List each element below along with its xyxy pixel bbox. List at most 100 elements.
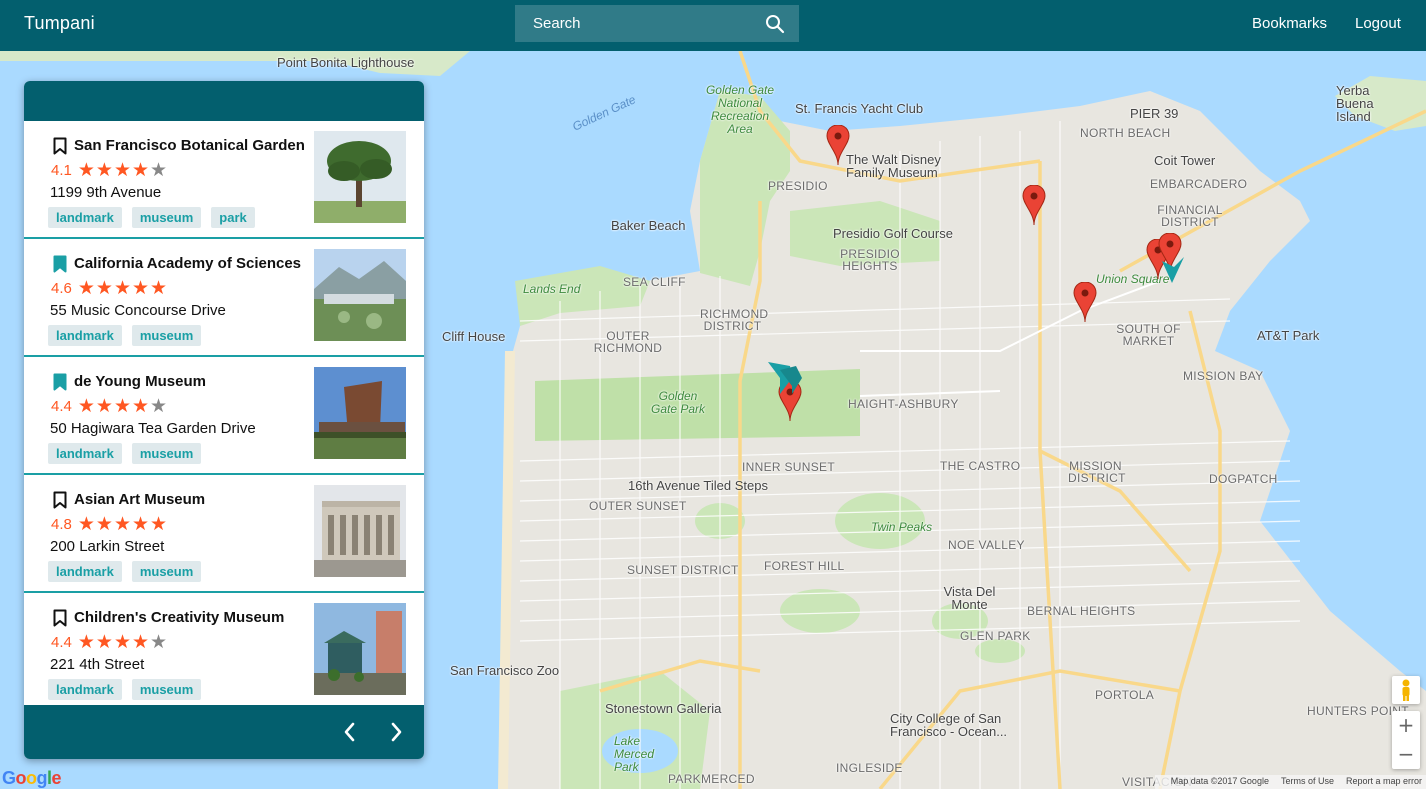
result-card[interactable]: Asian Art Museum 4.8 ★ ★ ★ ★ ★ 200 Larkin Stree… [24,475,424,593]
place-name[interactable]: Asian Art Museum [74,491,205,508]
top-nav-bar: Tumpani Bookmarks Logout [0,0,1426,51]
next-page-icon[interactable] [384,719,408,745]
place-tags: landmark museum [48,679,211,700]
bookmark-outline-icon[interactable] [53,491,67,509]
map-label-point-bonita: Point Bonita Lighthouse [277,55,415,70]
map-label-gg-park: Golden Gate Park [650,389,706,416]
place-photo[interactable] [314,367,406,459]
tag-chip[interactable]: museum [131,325,202,346]
result-card[interactable]: Children's Creativity Museum 4.4 ★ ★ ★ ★ ★ 221 … [24,593,424,711]
zoom-in-button[interactable]: + [1392,711,1420,740]
result-card[interactable]: de Young Museum 4.4 ★ ★ ★ ★ ★ 50 Hagiwara Tea G… [24,357,424,475]
prev-page-icon[interactable] [338,719,362,745]
tag-chip[interactable]: museum [131,207,202,228]
map-label-castro: THE CASTRO [940,459,1021,473]
star-icon: ★ [132,277,150,299]
map-pin-icon[interactable] [1022,185,1046,225]
map-label-twin-peaks: Twin Peaks [871,520,933,534]
map-label-st-francis: St. Francis Yacht Club [795,101,924,116]
pagination-bar [24,705,424,759]
map-label-sea-cliff: SEA CLIFF [623,275,686,289]
search-box[interactable] [515,5,799,42]
map-data-credit: Map data ©2017 Google [1170,776,1269,786]
tag-chip[interactable]: museum [131,443,202,464]
map-label-glen-park: GLEN PARK [960,629,1031,643]
tag-chip[interactable]: landmark [48,207,122,228]
place-address: 50 Hagiwara Tea Garden Drive [50,420,256,437]
map-label-presidio: PRESIDIO [768,179,828,193]
map-label-outer-sunset: OUTER SUNSET [589,499,687,513]
star-icon: ★ [95,159,113,181]
star-icon: ★ [77,395,95,417]
map-label-att-park: AT&T Park [1257,328,1320,343]
bookmark-outline-icon[interactable] [53,137,67,155]
tag-chip[interactable]: museum [131,679,202,700]
bookmark-outline-icon[interactable] [53,609,67,627]
map-label-inner-sunset: INNER SUNSET [742,460,835,474]
google-logo[interactable]: Google [2,768,62,789]
nav-logout-link[interactable]: Logout [1355,15,1401,32]
place-address: 200 Larkin Street [50,538,165,555]
star-icon: ★ [132,395,150,417]
map-label-pier39: PIER 39 [1130,106,1179,121]
star-icon: ★ [132,631,150,653]
place-name[interactable]: de Young Museum [74,373,206,390]
star-icon: ★ [77,513,95,535]
place-name[interactable]: California Academy of Sciences [74,255,301,272]
star-icon: ★ [95,631,113,653]
terms-link[interactable]: Terms of Use [1281,776,1334,786]
map-label-lands-end: Lands End [523,282,581,296]
star-icon: ★ [113,513,131,535]
map-pin-icon[interactable] [826,125,850,165]
search-input[interactable] [515,5,755,42]
bookmark-filled-icon[interactable] [53,373,67,391]
map-label-city-college: City College of San Francisco - Ocean... [890,711,1008,739]
tag-chip[interactable]: landmark [48,443,122,464]
tag-chip[interactable]: park [211,207,255,228]
star-icon: ★ [132,159,150,181]
map-label-forest-hill: FOREST HILL [764,559,845,573]
rating-value: 4.4 [51,398,72,415]
street-view-pegman[interactable] [1392,676,1420,704]
map-label-parkmerced: PARKMERCED [668,772,755,786]
map-label-presidio-heights: PRESIDIO HEIGHTS [840,247,900,273]
nav-bookmarks-link[interactable]: Bookmarks [1252,15,1327,32]
place-name[interactable]: Children's Creativity Museum [74,609,284,626]
place-name[interactable]: San Francisco Botanical Garden [74,137,305,154]
tag-chip[interactable]: landmark [48,561,122,582]
map-label-coit-tower: Coit Tower [1154,153,1216,168]
map-label-north-beach: NORTH BEACH [1080,126,1171,140]
search-icon[interactable] [765,14,785,34]
report-error-link[interactable]: Report a map error [1346,776,1422,786]
tag-chip[interactable]: museum [131,561,202,582]
bookmark-filled-icon[interactable] [53,255,67,273]
map-label-tiled-steps: 16th Avenue Tiled Steps [628,478,768,493]
map-label-financial: FINANCIAL DISTRICT [1157,203,1223,229]
place-photo[interactable] [314,131,406,223]
tag-chip[interactable]: landmark [48,325,122,346]
place-tags: landmark museum [48,443,211,464]
result-card[interactable]: San Francisco Botanical Garden 4.1 ★ ★ ★ ★ ★ 11… [24,121,424,239]
place-tags: landmark museum [48,325,211,346]
bookmark-marker-icon[interactable] [766,360,806,396]
place-photo[interactable] [314,249,406,341]
place-rating: 4.4 ★ ★ ★ ★ ★ [51,633,168,652]
app-brand[interactable]: Tumpani [24,13,95,34]
map-pin-icon[interactable] [1073,282,1097,322]
place-photo[interactable] [314,603,406,695]
place-photo[interactable] [314,485,406,577]
place-rating: 4.4 ★ ★ ★ ★ ★ [51,397,168,416]
map-label-noe-valley: NOE VALLEY [948,538,1025,552]
result-card[interactable]: California Academy of Sciences 4.6 ★ ★ ★ ★ ★ 55… [24,239,424,357]
zoom-out-button[interactable]: − [1392,740,1420,769]
tag-chip[interactable]: landmark [48,679,122,700]
star-icon: ★ [150,277,168,299]
map-label-mission: MISSION DISTRICT [1068,459,1126,485]
map-label-richmond: RICHMOND DISTRICT [700,307,769,333]
map-label-stonestown: Stonestown Galleria [605,701,722,716]
bookmark-marker-icon[interactable] [1160,255,1186,285]
rating-value: 4.1 [51,162,72,179]
star-icon: ★ [95,395,113,417]
map-label-lake-merced: Lake Merced Park [614,734,655,774]
map-label-cliff-house: Cliff House [442,329,506,344]
